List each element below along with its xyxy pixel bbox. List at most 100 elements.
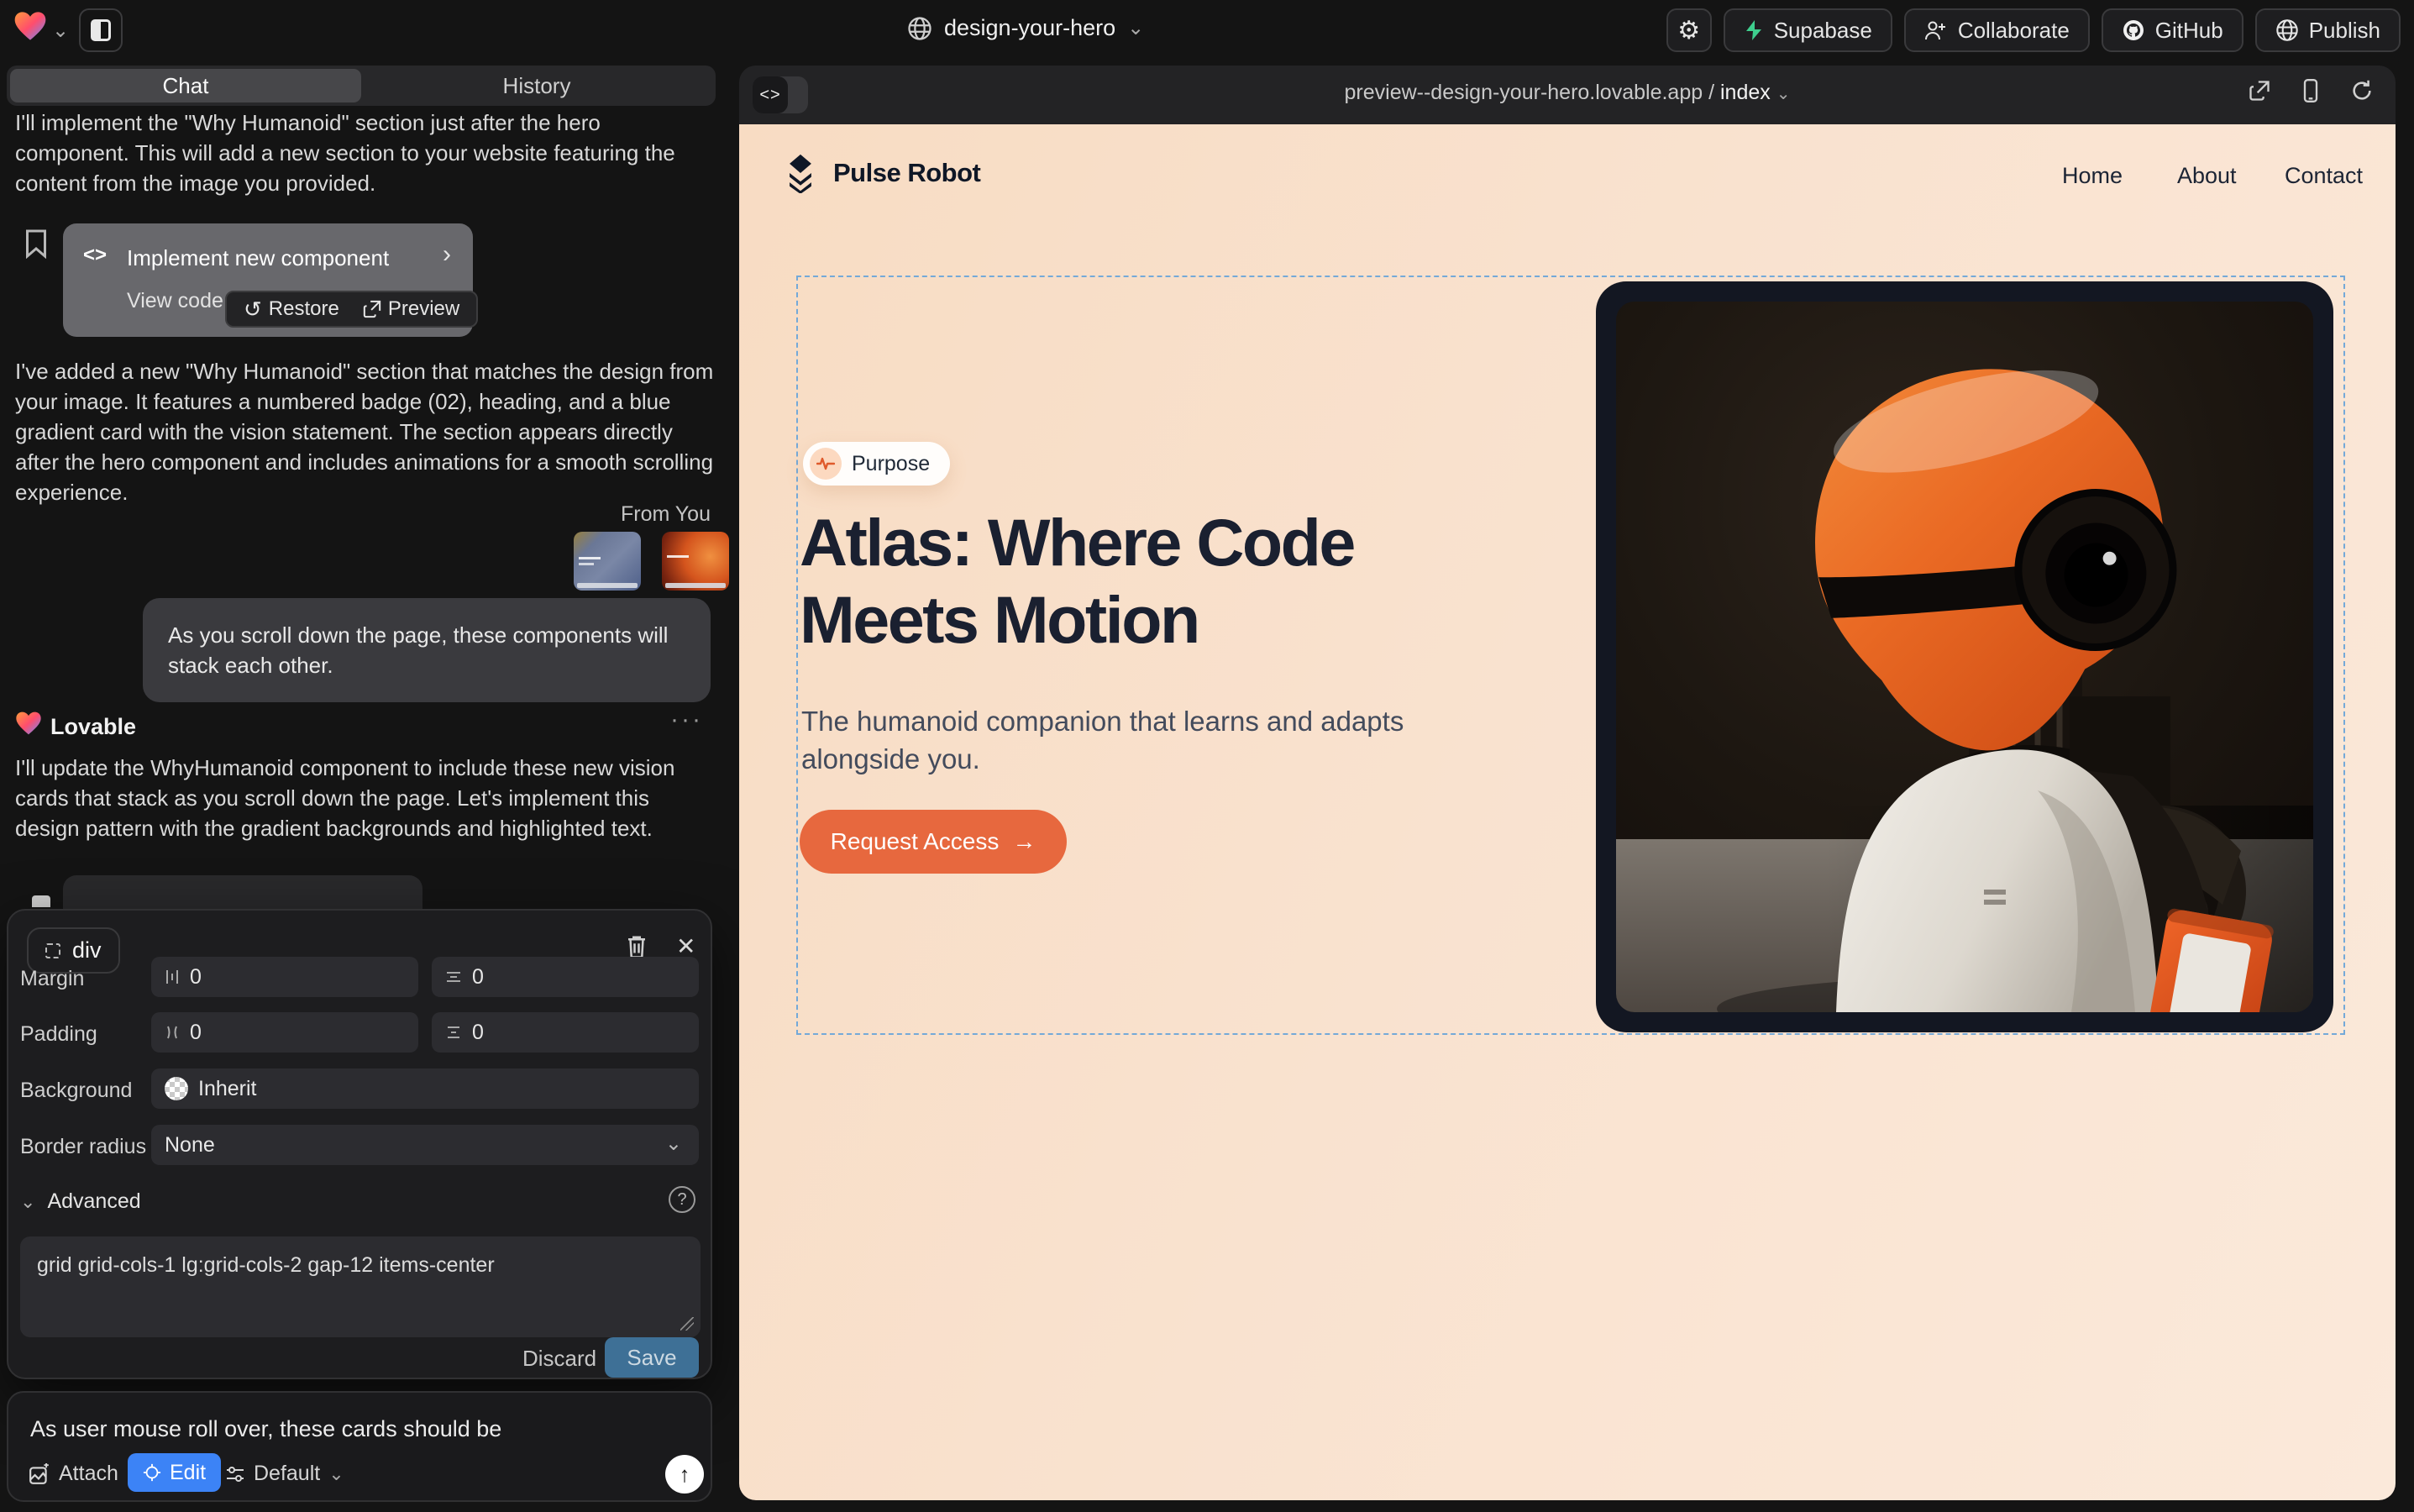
edit-mode-button[interactable]: Edit bbox=[128, 1453, 221, 1492]
collaborate-button[interactable]: Collaborate bbox=[1904, 8, 2090, 52]
code-icon: <> bbox=[83, 244, 107, 267]
brand-name: Pulse Robot bbox=[833, 158, 980, 188]
background-input[interactable]: Inherit bbox=[151, 1068, 699, 1109]
attachment-thumbnail-orange[interactable] bbox=[662, 532, 729, 591]
transparency-swatch-icon bbox=[165, 1077, 188, 1100]
tab-chat[interactable]: Chat bbox=[10, 69, 361, 102]
padding-x-input[interactable]: 0 bbox=[151, 1012, 418, 1053]
gear-icon: ⚙ bbox=[1677, 16, 1700, 45]
padding-y-input[interactable]: 0 bbox=[432, 1012, 699, 1053]
view-code-link[interactable]: View code bbox=[127, 289, 223, 313]
send-button[interactable]: ↑ bbox=[665, 1455, 704, 1494]
preview-pane: <> preview--design-your-hero.lovable.app… bbox=[739, 66, 2396, 1500]
discard-button[interactable]: Discard bbox=[522, 1346, 596, 1372]
mode-selector[interactable]: Default ⌄ bbox=[225, 1462, 344, 1486]
assistant-message-2: I've added a new "Why Humanoid" section … bbox=[15, 356, 716, 507]
layers-icon bbox=[781, 153, 820, 193]
target-icon bbox=[143, 1463, 161, 1482]
tab-history[interactable]: History bbox=[361, 69, 712, 102]
advanced-toggle[interactable]: ⌄ Advanced bbox=[20, 1189, 141, 1214]
padding-y-icon bbox=[445, 1025, 462, 1040]
nav-about[interactable]: About bbox=[2177, 163, 2237, 189]
help-icon[interactable]: ? bbox=[669, 1186, 695, 1213]
padding-y-value: 0 bbox=[472, 1021, 484, 1045]
margin-x-input[interactable]: 0 bbox=[151, 957, 418, 997]
composer-input[interactable]: As user mouse roll over, these cards sho… bbox=[30, 1416, 501, 1442]
preview-page: index bbox=[1720, 81, 1771, 104]
sidebar-toggle-icon bbox=[91, 19, 111, 41]
github-button[interactable]: GitHub bbox=[2102, 8, 2243, 52]
padding-x-value: 0 bbox=[190, 1021, 202, 1045]
padding-x-icon bbox=[165, 1024, 180, 1041]
preview-label: Preview bbox=[388, 297, 459, 321]
publish-button[interactable]: Publish bbox=[2255, 8, 2401, 52]
restore-label: Restore bbox=[269, 297, 339, 321]
from-you-label: From You bbox=[15, 502, 711, 527]
attachment-thumbnail-blue[interactable] bbox=[574, 532, 641, 591]
attach-button[interactable]: Attach bbox=[29, 1462, 118, 1486]
page-chevron-down-icon: ⌄ bbox=[1776, 85, 1791, 103]
hero-title-line2: Meets Motion bbox=[800, 581, 1354, 659]
partial-card bbox=[63, 875, 422, 911]
supabase-button[interactable]: Supabase bbox=[1724, 8, 1892, 52]
attach-label: Attach bbox=[59, 1462, 118, 1486]
classes-value: grid grid-cols-1 lg:grid-cols-2 gap-12 i… bbox=[37, 1253, 495, 1277]
assistant-name: Lovable bbox=[50, 714, 136, 740]
sliders-icon bbox=[225, 1465, 245, 1483]
logo-chevron-down-icon[interactable]: ⌄ bbox=[52, 18, 69, 43]
trash-icon[interactable] bbox=[626, 934, 648, 959]
bookmark-icon[interactable] bbox=[24, 228, 49, 259]
preview-button[interactable]: Preview bbox=[363, 297, 459, 321]
open-external-icon[interactable] bbox=[2248, 79, 2271, 102]
restore-button[interactable]: ↺ Restore bbox=[244, 297, 339, 323]
site-brand[interactable]: Pulse Robot bbox=[781, 153, 980, 193]
resize-handle[interactable] bbox=[680, 1317, 694, 1331]
assistant-message-1: I'll implement the "Why Humanoid" sectio… bbox=[15, 108, 709, 198]
margin-y-icon bbox=[445, 969, 462, 984]
margin-y-input[interactable]: 0 bbox=[432, 957, 699, 997]
topbar-actions: ⚙ Supabase Collaborate GitHub bbox=[1666, 8, 2401, 52]
radius-select[interactable]: None ⌄ bbox=[151, 1125, 699, 1165]
globe-icon bbox=[907, 16, 932, 41]
project-selector[interactable]: design-your-hero ⌄ bbox=[907, 15, 1144, 41]
save-button[interactable]: Save bbox=[605, 1337, 699, 1378]
message-menu-button[interactable]: ··· bbox=[670, 706, 703, 734]
hero-badge-label: Purpose bbox=[852, 452, 930, 476]
request-access-button[interactable]: Request Access → bbox=[800, 810, 1067, 874]
publish-label: Publish bbox=[2309, 18, 2380, 44]
chat-composer[interactable]: As user mouse roll over, these cards sho… bbox=[7, 1391, 712, 1502]
collaborate-label: Collaborate bbox=[1958, 18, 2070, 44]
top-bar: ⌄ design-your-hero ⌄ ⚙ Supabase bbox=[0, 0, 2414, 60]
nav-contact[interactable]: Contact bbox=[2285, 163, 2363, 189]
mobile-view-icon[interactable] bbox=[2300, 79, 2322, 102]
edit-label: Edit bbox=[170, 1461, 206, 1485]
hero-badge: Purpose bbox=[803, 442, 950, 486]
url-separator: / bbox=[1703, 81, 1720, 104]
collaborate-icon bbox=[1924, 19, 1948, 41]
preview-url-bar[interactable]: preview--design-your-hero.lovable.app / … bbox=[739, 81, 2396, 105]
selected-element-tag: div bbox=[72, 937, 102, 963]
lovable-heart-icon bbox=[15, 711, 42, 736]
cta-label: Request Access bbox=[831, 828, 1000, 855]
settings-button[interactable]: ⚙ bbox=[1666, 8, 1712, 52]
refresh-icon[interactable] bbox=[2350, 79, 2374, 102]
hero-image-card bbox=[1596, 281, 2333, 1032]
user-message-bubble: As you scroll down the page, these compo… bbox=[143, 598, 711, 702]
dashed-square-icon bbox=[45, 943, 60, 958]
pulse-icon bbox=[810, 448, 842, 480]
arrow-right-icon: → bbox=[1012, 828, 1036, 855]
mode-label: Default bbox=[254, 1462, 320, 1486]
chevron-right-icon: › bbox=[443, 240, 451, 269]
hero-title: Atlas: Where Code Meets Motion bbox=[800, 504, 1354, 659]
classes-textarea[interactable]: grid grid-cols-1 lg:grid-cols-2 gap-12 i… bbox=[20, 1236, 701, 1337]
github-icon bbox=[2122, 18, 2145, 42]
assistant-message-3: I'll update the WhyHumanoid component to… bbox=[15, 753, 716, 843]
project-name: design-your-hero bbox=[944, 15, 1115, 41]
preview-header: <> preview--design-your-hero.lovable.app… bbox=[739, 66, 2396, 124]
lovable-logo-icon[interactable] bbox=[13, 10, 47, 42]
preview-website: Pulse Robot Home About Contact Purpose A… bbox=[739, 124, 2396, 1500]
sidebar-toggle-button[interactable] bbox=[79, 8, 123, 52]
chat-history-tabs: Chat History bbox=[7, 66, 716, 106]
nav-home[interactable]: Home bbox=[2062, 163, 2123, 189]
supabase-icon bbox=[1744, 19, 1764, 41]
